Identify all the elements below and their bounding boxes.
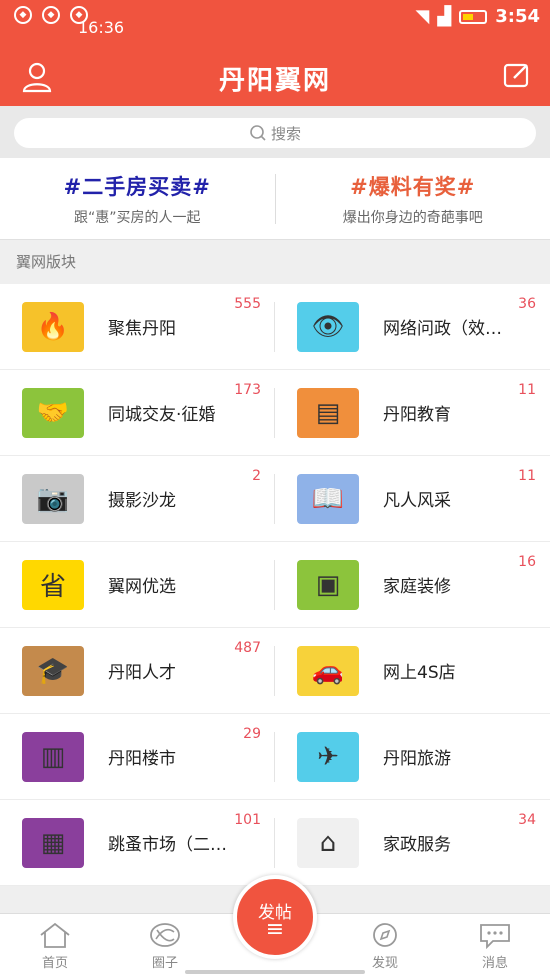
graduation-cap-icon: 🎓 xyxy=(22,645,84,696)
circle-icon xyxy=(147,920,183,950)
handshake-heart-icon: 🤝 xyxy=(22,387,84,438)
tab-label: 发现 xyxy=(371,956,398,971)
app-notification-icon: ◆ xyxy=(42,6,60,24)
board-name: 丹阳楼市 xyxy=(108,749,176,769)
home-icon xyxy=(37,920,73,950)
search-icon xyxy=(250,125,266,141)
board-item[interactable]: ▦ 跳蚤市场（二… 101 xyxy=(0,800,275,886)
board-post-count: 487 xyxy=(234,640,261,656)
status-bar: ◆ ◆ ◆ 16:36 ◥ ▟ 3:54 xyxy=(0,0,550,46)
board-name: 凡人风采 xyxy=(383,491,451,511)
board-item[interactable]: 👁 网络问政（效… 36 xyxy=(275,284,550,370)
signal-icon: ▟ xyxy=(437,6,452,27)
board-post-count: 36 xyxy=(518,296,536,312)
menu-icon: ≡ xyxy=(265,916,285,942)
tab-label: 首页 xyxy=(41,956,68,971)
paint-bucket-icon: ▣ xyxy=(297,559,359,610)
board-item[interactable]: ▥ 丹阳楼市 29 xyxy=(0,714,275,800)
board-name: 聚焦丹阳 xyxy=(108,319,176,339)
board-post-count: 2 xyxy=(252,468,261,484)
board-name: 丹阳教育 xyxy=(383,405,451,425)
board-post-count: 11 xyxy=(518,382,536,398)
board-post-count: 11 xyxy=(518,468,536,484)
edit-icon xyxy=(503,63,529,88)
logo-badge-icon: 省 xyxy=(22,559,84,610)
search-input[interactable]: 搜索 xyxy=(14,118,536,148)
board-name: 翼网优选 xyxy=(108,577,176,597)
board-name: 家政服务 xyxy=(383,835,451,855)
blackboard-icon: ▤ xyxy=(297,387,359,438)
board-name: 网络问政（效… xyxy=(383,319,502,339)
board-name: 摄影沙龙 xyxy=(108,491,176,511)
board-name: 丹阳人才 xyxy=(108,663,176,683)
tab-label: 消息 xyxy=(481,956,508,971)
status-time-left: 16:36 xyxy=(78,18,125,37)
wifi-icon: ◥ xyxy=(415,6,430,27)
tab-circle[interactable]: 圈子 xyxy=(110,914,220,977)
board-name: 家庭装修 xyxy=(383,577,451,597)
topic-title: #爆料有奖# xyxy=(350,174,476,199)
broom-icon: ⌂ xyxy=(297,817,359,868)
board-item[interactable]: 🤝 同城交友·征婚 173 xyxy=(0,370,275,456)
board-item[interactable]: ▤ 丹阳教育 11 xyxy=(275,370,550,456)
app-notification-icon: ◆ xyxy=(14,6,32,24)
board-item[interactable]: ⌂ 家政服务 34 xyxy=(275,800,550,886)
topic-tip-off-reward[interactable]: #爆料有奖# 爆出你身边的奇葩事吧 xyxy=(276,171,550,227)
search-bar-container: 搜索 xyxy=(0,106,550,158)
board-item[interactable]: ▣ 家庭装修 16 xyxy=(275,542,550,628)
board-post-count: 16 xyxy=(518,554,536,570)
board-post-count: 101 xyxy=(234,812,261,828)
board-item[interactable]: 省 翼网优选 xyxy=(0,542,275,628)
car-icon: 🚗 xyxy=(297,645,359,696)
building-icon: ▥ xyxy=(22,731,84,782)
board-post-count: 555 xyxy=(234,296,261,312)
board-item[interactable]: 🔥 聚焦丹阳 555 xyxy=(0,284,275,370)
board-item[interactable]: 🎓 丹阳人才 487 xyxy=(0,628,275,714)
board-name: 网上4S店 xyxy=(383,663,456,683)
topic-title: #二手房买卖# xyxy=(63,174,211,199)
tab-home[interactable]: 首页 xyxy=(0,914,110,977)
board-item[interactable]: 📷 摄影沙龙 2 xyxy=(0,456,275,542)
board-grid: 🔥 聚焦丹阳 555 👁 网络问政（效… 36 🤝 同城交友·征婚 173 ▤ 丹阳教育 11 📷 摄影沙… xyxy=(0,284,550,886)
board-item[interactable]: 🚗 网上4S店 xyxy=(275,628,550,714)
compass-icon xyxy=(367,920,403,950)
topic-subtitle: 爆出你身边的奇葩事吧 xyxy=(342,209,483,226)
book-icon: 📖 xyxy=(297,473,359,524)
app-header: 丹阳翼网 xyxy=(0,46,550,106)
compose-button[interactable] xyxy=(502,60,534,92)
topic-subtitle: 跟“惠”买房的人一起 xyxy=(73,209,201,226)
notification-icons: ◆ ◆ ◆ xyxy=(14,6,88,24)
board-post-count: 34 xyxy=(518,812,536,828)
topic-second-hand-housing[interactable]: #二手房买卖# 跟“惠”买房的人一起 xyxy=(0,171,275,227)
board-post-count: 173 xyxy=(234,382,261,398)
tab-label: 圈子 xyxy=(151,956,178,971)
hot-topics: #二手房买卖# 跟“惠”买房的人一起 #爆料有奖# 爆出你身边的奇葩事吧 xyxy=(0,158,550,240)
tab-messages[interactable]: 消息 xyxy=(440,914,550,977)
tab-discover[interactable]: 发现 xyxy=(330,914,440,977)
board-post-count: 29 xyxy=(243,726,261,742)
board-item[interactable]: 📖 凡人风采 11 xyxy=(275,456,550,542)
board-name: 丹阳旅游 xyxy=(383,749,451,769)
eye-icon: 👁 xyxy=(297,301,359,352)
board-item[interactable]: ✈ 丹阳旅游 xyxy=(275,714,550,800)
search-placeholder: 搜索 xyxy=(270,124,301,143)
home-indicator xyxy=(185,970,365,974)
post-button[interactable]: 发帖 ≡ xyxy=(233,875,317,959)
section-label: 翼网版块 xyxy=(0,240,550,284)
status-time-right: 3:54 xyxy=(495,6,540,27)
phoenix-icon: 🔥 xyxy=(22,301,84,352)
app-title: 丹阳翼网 xyxy=(218,66,331,96)
message-icon xyxy=(477,920,513,950)
shopping-bags-icon: ▦ xyxy=(22,817,84,868)
airplane-icon: ✈ xyxy=(297,731,359,782)
board-name: 同城交友·征婚 xyxy=(108,405,216,425)
camera-icon: 📷 xyxy=(22,473,84,524)
battery-icon xyxy=(459,9,488,24)
board-name: 跳蚤市场（二… xyxy=(108,835,227,855)
